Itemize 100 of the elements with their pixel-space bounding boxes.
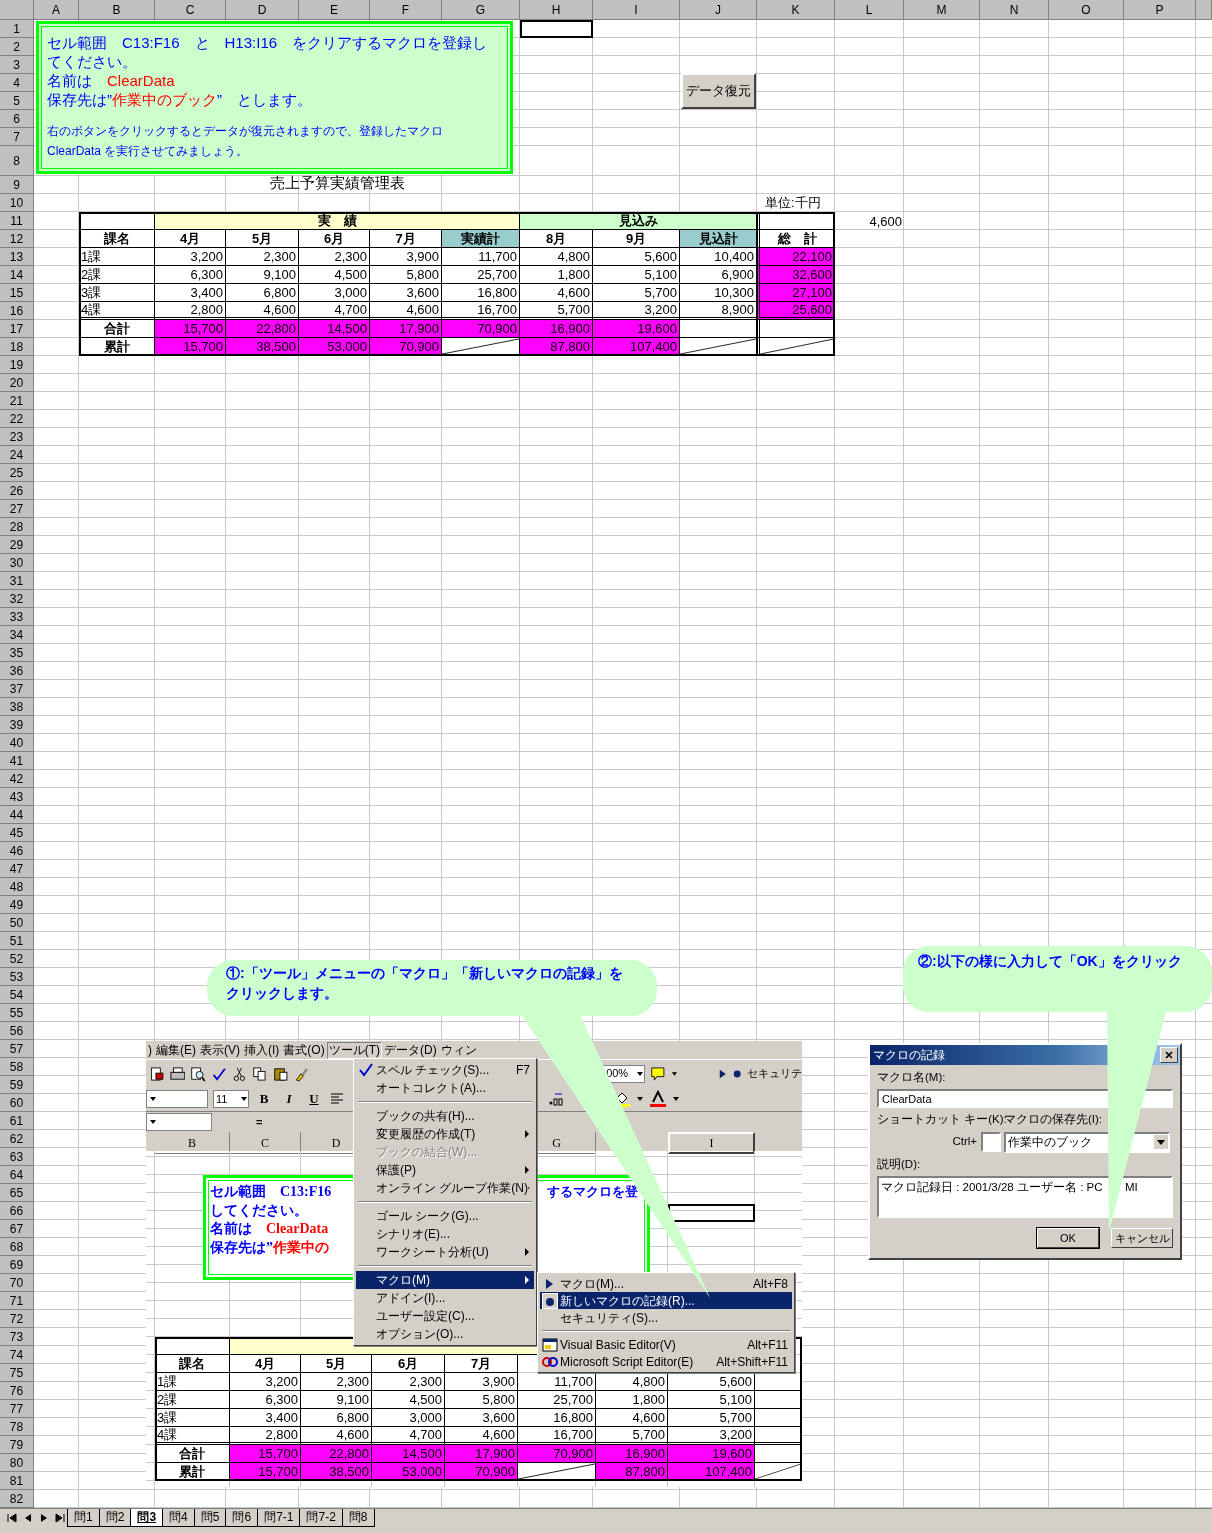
row-header[interactable]: 4 <box>0 74 34 92</box>
row-header[interactable]: 60 <box>0 1094 34 1112</box>
row-header[interactable]: 22 <box>0 410 34 428</box>
row-header[interactable]: 40 <box>0 734 34 752</box>
row-header[interactable]: 17 <box>0 320 34 338</box>
description-field[interactable]: マクロ記録日 : 2001/3/28 ユーザー名 : PC MI <box>877 1175 1173 1218</box>
row-header[interactable]: 47 <box>0 860 34 878</box>
row-header[interactable]: 77 <box>0 1400 34 1418</box>
row-header[interactable]: 31 <box>0 572 34 590</box>
italic-button[interactable]: I <box>279 1089 299 1109</box>
row-header[interactable]: 81 <box>0 1472 34 1490</box>
row-header[interactable]: 9 <box>0 176 34 194</box>
row-header[interactable]: 34 <box>0 626 34 644</box>
menu-item[interactable]: シナリオ(E)... <box>356 1225 534 1243</box>
column-header[interactable]: H <box>520 0 593 20</box>
sheet-tab[interactable]: 問7-1 <box>257 1509 301 1527</box>
row-header[interactable]: 39 <box>0 716 34 734</box>
row-header[interactable]: 12 <box>0 230 34 248</box>
menu-item[interactable]: 書式(O) <box>281 1041 327 1059</box>
row-header[interactable]: 8 <box>0 146 34 176</box>
menu-item[interactable]: ブックの共有(H)... <box>356 1107 534 1125</box>
row-header[interactable]: 5 <box>0 92 34 110</box>
menu-item[interactable]: オプション(O)... <box>356 1325 534 1343</box>
row-header[interactable]: 38 <box>0 698 34 716</box>
row-header[interactable]: 23 <box>0 428 34 446</box>
row-header[interactable]: 49 <box>0 896 34 914</box>
row-header[interactable]: 3 <box>0 56 34 74</box>
row-header[interactable]: 69 <box>0 1256 34 1274</box>
menu-item[interactable]: Microsoft Script Editor(E) Alt+Shift+F11 <box>540 1353 792 1370</box>
row-header[interactable]: 44 <box>0 806 34 824</box>
column-header[interactable]: G <box>442 0 520 20</box>
row-header[interactable]: 71 <box>0 1292 34 1310</box>
row-header[interactable]: 10 <box>0 194 34 212</box>
column-header[interactable]: P <box>1124 0 1196 20</box>
sheet-tab[interactable]: 問7-2 <box>299 1509 343 1527</box>
row-header[interactable]: 66 <box>0 1202 34 1220</box>
row-header[interactable]: 26 <box>0 482 34 500</box>
row-header[interactable]: 45 <box>0 824 34 842</box>
row-header[interactable]: 76 <box>0 1382 34 1400</box>
row-header[interactable]: 32 <box>0 590 34 608</box>
sheet-tab[interactable]: 問3 <box>130 1509 164 1527</box>
bold-button[interactable]: B <box>254 1089 274 1109</box>
row-header[interactable]: 50 <box>0 914 34 932</box>
row-header[interactable]: 27 <box>0 500 34 518</box>
menu-item[interactable]: スペル チェック(S)... F7 <box>356 1061 534 1079</box>
row-header[interactable]: 58 <box>0 1058 34 1076</box>
row-header[interactable]: 57 <box>0 1040 34 1058</box>
restore-button[interactable]: データ復元 <box>681 73 756 109</box>
row-header[interactable]: 55 <box>0 1004 34 1022</box>
row-header[interactable]: 74 <box>0 1346 34 1364</box>
row-header[interactable]: 75 <box>0 1364 34 1382</box>
row-header[interactable]: 64 <box>0 1166 34 1184</box>
row-header[interactable]: 24 <box>0 446 34 464</box>
row-header[interactable]: 28 <box>0 518 34 536</box>
row-header[interactable]: 1 <box>0 20 34 38</box>
row-header[interactable]: 6 <box>0 110 34 128</box>
menu-item[interactable]: 挿入(I) <box>242 1041 282 1059</box>
menu-item[interactable]: ゴール シーク(G)... <box>356 1207 534 1225</box>
row-header[interactable]: 65 <box>0 1184 34 1202</box>
menu-item[interactable]: 保護(P) <box>356 1161 534 1179</box>
dialog-button[interactable]: キャンセル <box>1111 1228 1173 1248</box>
row-header[interactable]: 7 <box>0 128 34 146</box>
menu-item[interactable]: 表示(V) <box>198 1041 242 1059</box>
column-header[interactable]: M <box>904 0 980 20</box>
row-header[interactable]: 61 <box>0 1112 34 1130</box>
column-header[interactable]: I <box>593 0 680 20</box>
sheet-tab[interactable]: 問6 <box>225 1509 259 1527</box>
row-header[interactable]: 42 <box>0 770 34 788</box>
menu-item[interactable]: セキュリティ(S)... <box>540 1309 792 1326</box>
row-header[interactable]: 2 <box>0 38 34 56</box>
column-header[interactable]: J <box>680 0 757 20</box>
row-header[interactable]: 82 <box>0 1490 34 1508</box>
column-header[interactable]: O <box>1049 0 1124 20</box>
row-header[interactable]: 79 <box>0 1436 34 1454</box>
menu-item[interactable]: オートコレクト(A)... <box>356 1079 534 1097</box>
row-header[interactable]: 41 <box>0 752 34 770</box>
row-header[interactable]: 35 <box>0 644 34 662</box>
row-header[interactable]: 13 <box>0 248 34 266</box>
column-header[interactable]: E <box>299 0 370 20</box>
row-header[interactable]: 48 <box>0 878 34 896</box>
menu-item[interactable]: 新しいマクロの記録(R)... <box>540 1292 792 1309</box>
column-header[interactable]: K <box>757 0 835 20</box>
row-header[interactable]: 56 <box>0 1022 34 1040</box>
sheet-tab[interactable]: 問8 <box>341 1509 375 1527</box>
row-header[interactable]: 21 <box>0 392 34 410</box>
row-header[interactable]: 70 <box>0 1274 34 1292</box>
row-header[interactable]: 37 <box>0 680 34 698</box>
row-header[interactable]: 52 <box>0 950 34 968</box>
column-header[interactable]: D <box>226 0 299 20</box>
row-header[interactable]: 73 <box>0 1328 34 1346</box>
font-size-field[interactable]: 11 <box>213 1090 249 1108</box>
sheet-tab[interactable]: 問4 <box>162 1509 195 1527</box>
row-header[interactable]: 33 <box>0 608 34 626</box>
menu-item[interactable]: ) <box>146 1041 154 1059</box>
menu-item[interactable]: マクロ(M)... Alt+F8 <box>540 1275 792 1292</box>
row-header[interactable]: 62 <box>0 1130 34 1148</box>
menu-item[interactable]: Visual Basic Editor(V) Alt+F11 <box>540 1336 792 1353</box>
row-header[interactable]: 67 <box>0 1220 34 1238</box>
row-header[interactable]: 14 <box>0 266 34 284</box>
row-header[interactable]: 78 <box>0 1418 34 1436</box>
